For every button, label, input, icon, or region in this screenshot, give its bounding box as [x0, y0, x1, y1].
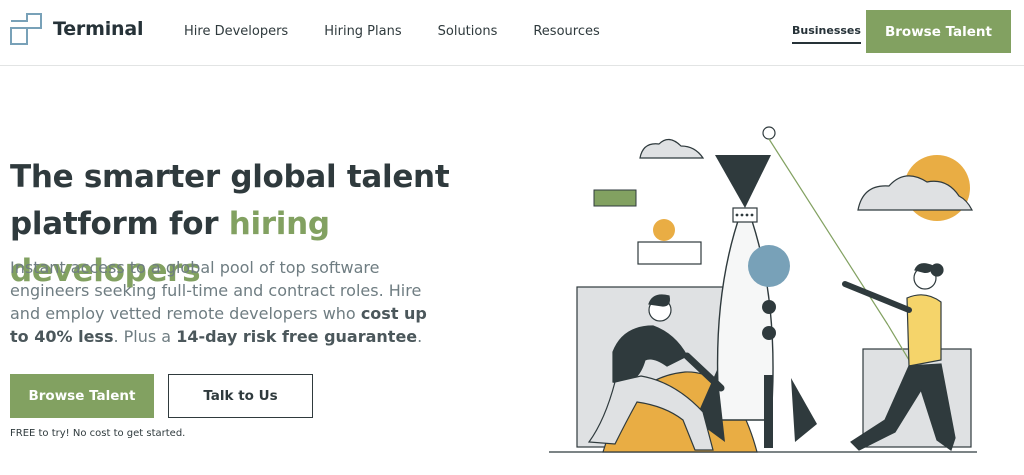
nav-item-businesses[interactable]: Businesses: [792, 24, 861, 44]
rocket-launch-illustration: [549, 126, 977, 453]
rocket-window: [748, 245, 790, 287]
rocket-stripe: [764, 375, 773, 448]
cloud-small-icon: [639, 138, 705, 159]
nav-item-hire-developers[interactable]: Hire Developers: [184, 24, 288, 39]
rocket-nose-cone: [715, 155, 771, 208]
nav-item-hiring-plans[interactable]: Hiring Plans: [324, 24, 401, 39]
hero-desc-bold-guarantee: 14-day risk free guarantee: [176, 327, 418, 346]
rope-ring: [762, 126, 776, 140]
hero-desc-part2: . Plus a: [113, 327, 177, 346]
rocket-fin-right: [791, 378, 817, 442]
header-browse-talent-button[interactable]: Browse Talent: [866, 10, 1011, 53]
site-header: Terminal Hire Developers Hiring Plans So…: [0, 0, 1024, 66]
orange-dot: [653, 219, 675, 241]
white-block: [637, 241, 702, 265]
nav-item-solutions[interactable]: Solutions: [438, 24, 498, 39]
main-nav: Hire Developers Hiring Plans Solutions R…: [184, 24, 636, 39]
free-trial-note: FREE to try! No cost to get started.: [10, 428, 186, 439]
terminal-logo-icon: [10, 13, 42, 45]
hero-title-line1: The smarter global talent: [10, 159, 450, 195]
hero-desc-part1: Instant access to a global pool of top s…: [10, 258, 422, 323]
hero-browse-talent-button[interactable]: Browse Talent: [10, 374, 154, 418]
nav-item-resources[interactable]: Resources: [533, 24, 599, 39]
hero-title-line2-prefix: platform for: [10, 206, 229, 242]
rocket-porthole-1: [762, 300, 776, 314]
rocket-porthole-2: [762, 326, 776, 340]
brand-name: Terminal: [53, 18, 144, 40]
brand-logo[interactable]: Terminal: [9, 12, 143, 46]
hero-description: Instant access to a global pool of top s…: [10, 256, 450, 348]
green-block: [593, 189, 637, 207]
hero-desc-part3: .: [417, 327, 423, 346]
hero-talk-to-us-button[interactable]: Talk to Us: [168, 374, 313, 418]
